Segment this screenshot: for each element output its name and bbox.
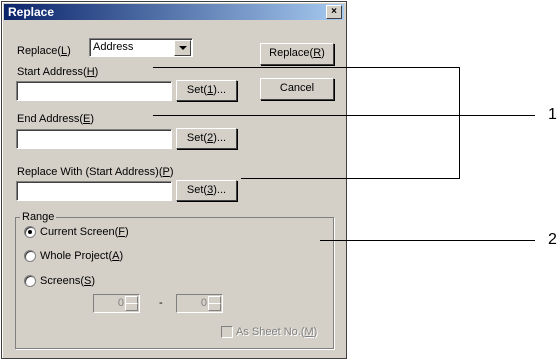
screens-from-value: 0 (117, 297, 124, 309)
set-1-button[interactable]: Set(1)... (176, 80, 237, 101)
radio-screens[interactable] (24, 275, 36, 287)
replace-label: Replace(L) (17, 45, 71, 57)
replace-button[interactable]: Replace(R) (260, 43, 334, 65)
as-sheet-no-label: As Sheet No.(M) (236, 326, 318, 338)
radio-whole-project[interactable] (24, 250, 36, 262)
whole-project-label: Whole Project(A) (40, 250, 124, 262)
replace-with-field[interactable] (16, 181, 172, 201)
as-sheet-no-checkbox[interactable] (221, 326, 233, 338)
screens-label: Screens(S) (40, 275, 96, 287)
spinner-arrows-icon[interactable] (125, 303, 138, 311)
end-address-field[interactable] (16, 129, 172, 149)
start-address-field[interactable] (16, 81, 172, 101)
replace-type-value: Address (93, 41, 134, 53)
callout-line (320, 240, 535, 241)
callout-line (153, 67, 459, 68)
chevron-down-icon[interactable] (174, 40, 191, 56)
set-2-button[interactable]: Set(2)... (176, 128, 237, 149)
dialog-titlebar[interactable]: Replace × (4, 4, 344, 20)
callout-line (153, 115, 535, 116)
callout-line (241, 178, 459, 179)
replace-dialog: Replace × Replace(L) Address Replace(R) … (1, 1, 347, 359)
range-separator: - (159, 297, 163, 309)
end-address-label: End Address(E) (17, 113, 95, 125)
callout-bracket (459, 67, 460, 179)
set-3-button[interactable]: Set(3)... (176, 180, 237, 201)
screens-to-value: 0 (200, 297, 207, 309)
screens-from-spinner[interactable]: 0 (93, 294, 140, 313)
start-address-label: Start Address(H) (17, 66, 99, 78)
replace-type-select[interactable]: Address (89, 38, 193, 57)
callout-1: 1 (548, 106, 557, 123)
close-icon[interactable]: × (326, 5, 342, 19)
cancel-button[interactable]: Cancel (260, 78, 334, 100)
current-screen-label: Current Screen(F) (40, 226, 129, 238)
radio-current-screen[interactable] (24, 226, 36, 238)
replace-with-label: Replace With (Start Address)(P) (17, 166, 174, 178)
dialog-title: Replace (8, 5, 55, 19)
range-title: Range (20, 211, 57, 223)
screens-to-spinner[interactable]: 0 (176, 294, 223, 313)
callout-2: 2 (548, 231, 557, 248)
spinner-arrows-icon[interactable] (208, 303, 221, 311)
